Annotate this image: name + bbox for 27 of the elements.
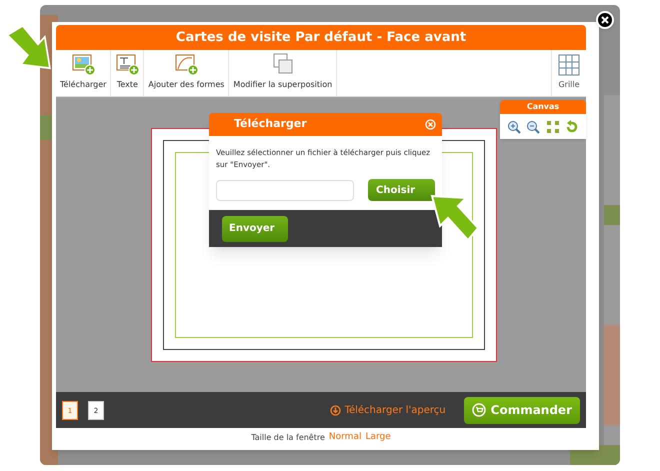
- zoom-out-icon[interactable]: [526, 120, 540, 134]
- dialog-title: Télécharger: [234, 116, 307, 132]
- toolbar-button[interactable]: Ajouter des formes: [144, 50, 230, 96]
- download-preview-link[interactable]: Télécharger l'aperçu: [330, 402, 446, 418]
- window-size-link[interactable]: Large: [365, 431, 391, 445]
- send-button[interactable]: Envoyer: [222, 216, 288, 242]
- choose-button[interactable]: Choisir: [368, 179, 435, 201]
- window-title: Cartes de visite Par défaut - Face avant: [56, 25, 586, 50]
- rotate-icon[interactable]: [565, 120, 580, 134]
- toolbar-button[interactable]: Télécharger: [56, 50, 112, 96]
- zoom-in-icon[interactable]: [506, 120, 521, 134]
- text-add-icon: [115, 52, 140, 76]
- order-button[interactable]: Commander: [464, 396, 580, 424]
- toolbar-button[interactable]: Modifier la superposition: [229, 50, 338, 96]
- grid-icon: [558, 54, 580, 76]
- toolbar-button[interactable]: Texte: [111, 50, 144, 96]
- cart-icon: [472, 403, 486, 417]
- layers-icon: [270, 52, 295, 76]
- shape-add-icon: [174, 52, 198, 76]
- four-squares-icon[interactable]: [546, 120, 560, 134]
- grid-button[interactable]: Grille: [551, 50, 586, 96]
- window-size-link[interactable]: Normal: [328, 431, 362, 445]
- window-size-label: Taille de la fenêtre: [251, 432, 325, 444]
- file-field[interactable]: [216, 180, 354, 200]
- picture-add-icon: [71, 52, 96, 76]
- panel-title: Canvas: [500, 100, 586, 114]
- download-icon: [330, 404, 341, 416]
